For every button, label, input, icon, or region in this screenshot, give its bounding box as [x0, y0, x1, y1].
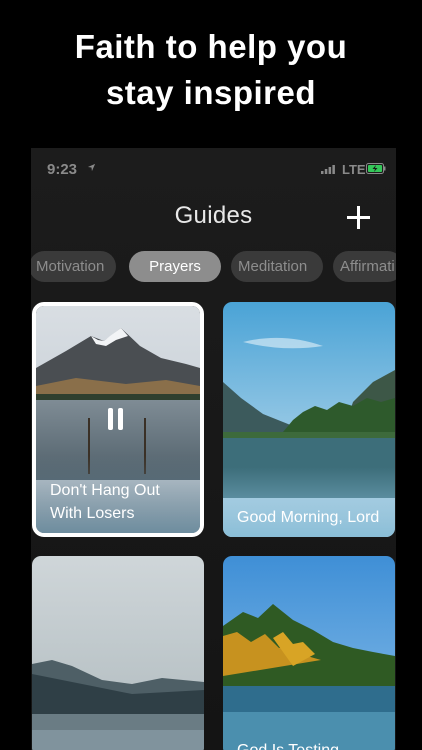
- card-image-autumn-lake: [223, 556, 395, 750]
- tab-affirmations[interactable]: Affirmati: [333, 251, 396, 282]
- promo-headline-line-1: Faith to help you: [74, 28, 348, 65]
- card-image-forest-lake: [223, 302, 395, 537]
- signal-bars-icon: [321, 165, 335, 174]
- category-tabs: Motivation Prayers Meditation Affirmati: [31, 251, 396, 283]
- tab-meditation[interactable]: Meditation: [231, 251, 323, 282]
- promo-headline-line-2: stay inspired: [105, 74, 317, 111]
- promo-headline: Faith to help you stay inspired: [0, 24, 422, 116]
- guide-card[interactable]: Good Morning, Lord: [223, 302, 395, 537]
- card-title: Don't Hang Out With Losers: [50, 482, 160, 522]
- status-time: 9:23: [47, 161, 78, 178]
- location-arrow-icon: [87, 163, 96, 172]
- guide-card[interactable]: Don't Hang Out With Losers: [32, 302, 204, 537]
- pause-icon[interactable]: [108, 408, 124, 430]
- tab-motivation[interactable]: Motivation: [31, 251, 116, 282]
- guide-card[interactable]: God Is Testing: [223, 556, 395, 750]
- tab-prayers[interactable]: Prayers: [129, 251, 221, 282]
- status-bar: 9:23 LTE: [31, 148, 396, 188]
- phone-screen: 9:23 LTE Guides Motivation Prayers Medit…: [31, 148, 396, 750]
- battery-charging-icon: [366, 163, 386, 174]
- card-image-misty-mountains: [32, 556, 204, 750]
- network-type: LTE: [342, 162, 366, 177]
- card-title: Good Morning, Lord: [237, 509, 380, 526]
- card-title: God Is Testing: [223, 739, 395, 750]
- plus-icon[interactable]: [346, 205, 371, 230]
- page-title: Guides: [174, 202, 253, 229]
- guide-card[interactable]: [32, 556, 204, 750]
